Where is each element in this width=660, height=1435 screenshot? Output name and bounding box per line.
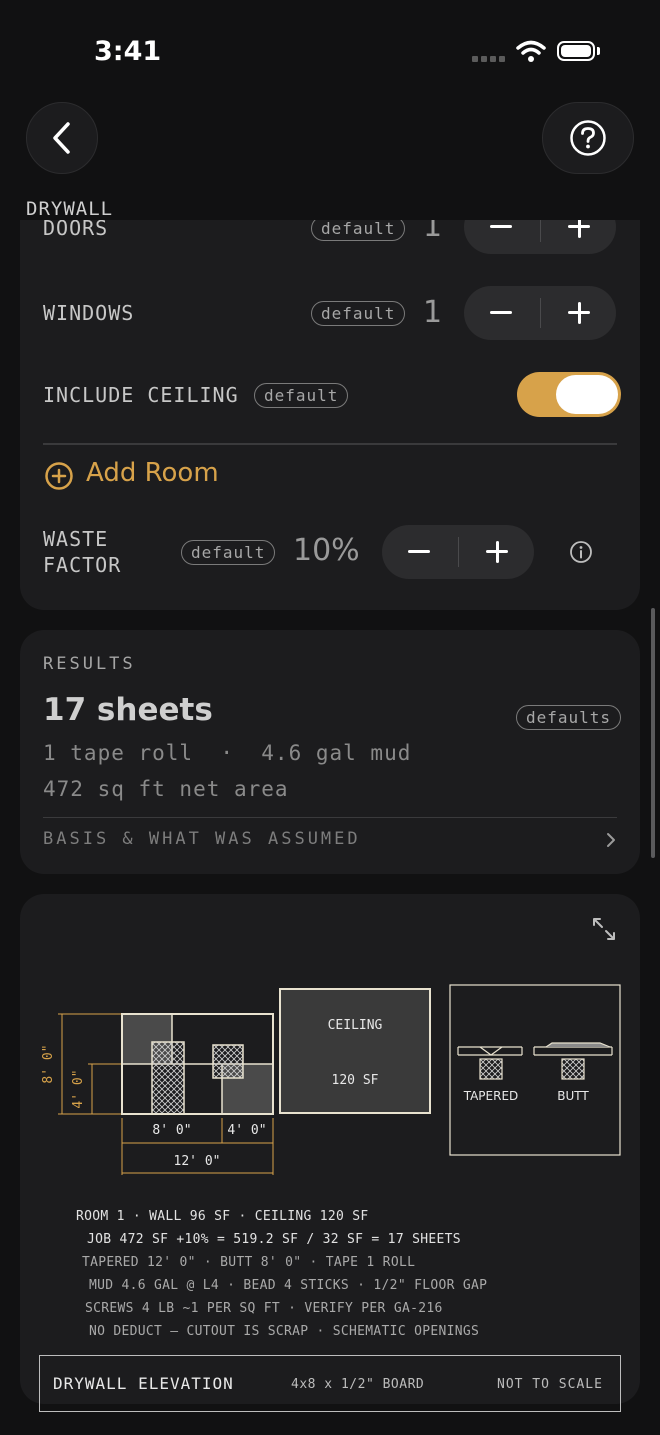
windows-default-badge: default bbox=[311, 301, 406, 326]
spec-line: MUD 4.6 GAL @ L4 · BEAD 4 STICKS · 1/2" … bbox=[89, 1278, 488, 1293]
title-block-name: DRYWALL ELEVATION bbox=[53, 1374, 234, 1393]
spec-line: NO DEDUCT — CUTOUT IS SCRAP · SCHEMATIC … bbox=[89, 1324, 480, 1339]
windows-count: 1 bbox=[423, 295, 443, 330]
info-icon[interactable] bbox=[569, 540, 593, 564]
windows-stepper bbox=[464, 286, 616, 340]
page-title: DRYWALL bbox=[26, 198, 114, 220]
include-ceiling-default-badge: default bbox=[254, 383, 349, 408]
results-title: RESULTS bbox=[43, 654, 136, 674]
expand-icon[interactable] bbox=[590, 915, 618, 943]
title-block-board: 4x8 x 1/2" BOARD bbox=[291, 1377, 425, 1392]
divider bbox=[43, 443, 617, 445]
drywall-elevation-drawing: 8' 0" 4' 0" 8' 0" 4' 0" 12' 0" CEILING 1… bbox=[41, 984, 621, 1175]
minus-icon[interactable] bbox=[490, 311, 512, 314]
results-defaults-badge: defaults bbox=[516, 705, 622, 730]
wifi-icon bbox=[516, 40, 546, 62]
chevron-right-icon[interactable] bbox=[604, 831, 618, 849]
question-circle-icon bbox=[570, 120, 606, 156]
minus-icon[interactable] bbox=[490, 225, 512, 228]
back-button[interactable] bbox=[26, 102, 98, 174]
plus-circle-icon[interactable] bbox=[44, 461, 74, 491]
add-room-button[interactable]: Add Room bbox=[86, 458, 219, 488]
include-ceiling-label: INCLUDE CEILING bbox=[43, 383, 239, 407]
waste-factor-label-line1: WASTE bbox=[43, 527, 109, 551]
spec-line: TAPERED 12' 0" · BUTT 8' 0" · TAPE 1 ROL… bbox=[82, 1255, 416, 1270]
basis-link[interactable]: BASIS & WHAT WAS ASSUMED bbox=[43, 829, 361, 849]
divider bbox=[43, 817, 617, 818]
battery-icon bbox=[557, 41, 595, 61]
windows-label: WINDOWS bbox=[43, 301, 135, 325]
ceiling-label: CEILING bbox=[328, 1018, 383, 1033]
cellular-signal-icon bbox=[472, 56, 506, 62]
help-button[interactable] bbox=[542, 102, 634, 174]
joint-butt-label: BUTT bbox=[557, 1089, 589, 1103]
spec-line: SCREWS 4 LB ~1 PER SQ FT · VERIFY PER GA… bbox=[85, 1301, 443, 1316]
waste-factor-stepper bbox=[382, 525, 534, 579]
waste-factor-value: 10% bbox=[293, 533, 360, 568]
joint-tapered-label: TAPERED bbox=[463, 1089, 519, 1103]
spec-line: JOB 472 SF +10% = 519.2 SF / 32 SF = 17 … bbox=[87, 1232, 461, 1247]
waste-factor-default-badge: default bbox=[181, 540, 276, 565]
sheets-count: 17 sheets bbox=[43, 692, 213, 728]
status-time: 3:41 bbox=[94, 36, 162, 67]
spec-line: ROOM 1 · WALL 96 SF · CEILING 120 SF bbox=[76, 1209, 369, 1224]
tape-mud-summary: 1 tape roll · 4.6 gal mud bbox=[43, 741, 412, 765]
minus-icon[interactable] bbox=[408, 550, 430, 553]
scrollbar[interactable] bbox=[651, 608, 655, 858]
title-block-scale: NOT TO SCALE bbox=[497, 1377, 603, 1392]
chevron-left-icon bbox=[53, 122, 70, 154]
net-area-summary: 472 sq ft net area bbox=[43, 777, 289, 801]
dim-width-total: 12' 0" bbox=[174, 1154, 221, 1169]
dim-width-4: 4' 0" bbox=[227, 1123, 266, 1138]
ceiling-area: 120 SF bbox=[332, 1073, 379, 1088]
battery-cap bbox=[597, 47, 600, 55]
include-ceiling-toggle[interactable] bbox=[517, 372, 621, 417]
waste-factor-label-line2: FACTOR bbox=[43, 553, 122, 577]
dim-height-full: 8' 0" bbox=[41, 1044, 56, 1083]
dim-width-8: 8' 0" bbox=[152, 1123, 191, 1138]
dim-height-lower: 4' 0" bbox=[71, 1069, 86, 1108]
